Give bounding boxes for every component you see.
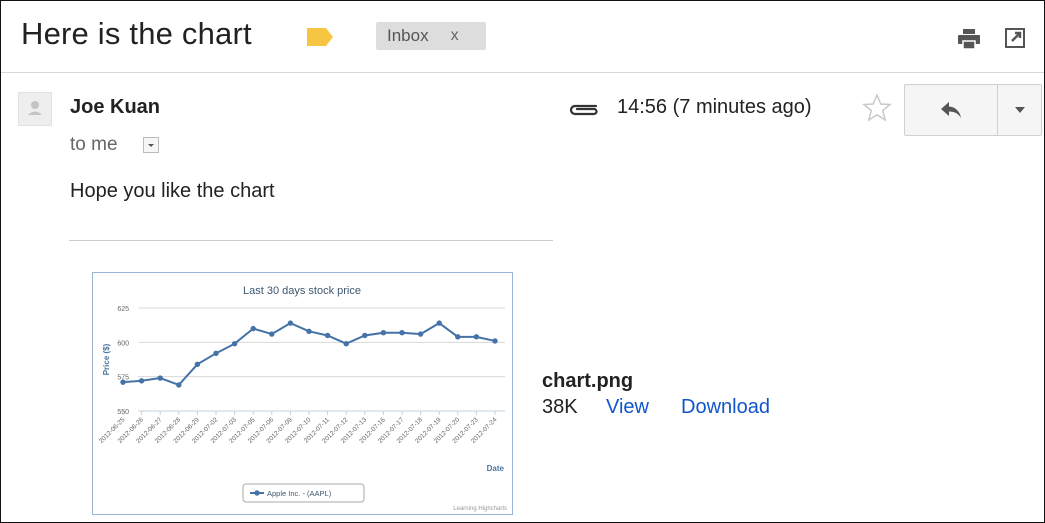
download-attachment-link[interactable]: Download: [681, 396, 770, 419]
attachment-divider: [69, 240, 553, 241]
data-point: [399, 330, 405, 336]
chart-title: Last 30 days stock price: [243, 285, 361, 297]
avatar[interactable]: [18, 92, 52, 126]
x-axis-title: Date: [487, 464, 505, 473]
data-point: [287, 320, 294, 326]
data-point: [176, 382, 182, 388]
data-point: [306, 328, 312, 335]
data-point: [138, 378, 145, 384]
message-body: Hope you like the chart: [70, 180, 275, 202]
data-point: [269, 331, 275, 337]
chart: Last 30 days stock price550575600625Pric…: [98, 285, 507, 512]
data-point: [213, 350, 219, 357]
attachment-filename: chart.png: [542, 370, 634, 392]
reply-button-group: [904, 84, 1042, 136]
data-point: [436, 320, 442, 326]
data-point: [362, 332, 368, 339]
chart-credits: Learning Highcharts: [453, 506, 507, 512]
more-actions-button[interactable]: [998, 85, 1041, 135]
data-point: [417, 331, 424, 337]
new-window-icon[interactable]: [1004, 27, 1026, 49]
label-tag-icon[interactable]: [307, 28, 333, 46]
view-attachment-link[interactable]: View: [606, 396, 649, 419]
data-point: [455, 334, 461, 340]
chevron-down-icon: [1014, 107, 1025, 113]
person-icon: [28, 101, 42, 115]
y-tick-label: 600: [117, 340, 129, 347]
data-point: [157, 375, 163, 381]
reply-icon: [941, 102, 961, 118]
legend-label: Apple Inc. - (AAPL): [267, 489, 332, 498]
reply-button[interactable]: [905, 85, 998, 135]
y-axis-title: Price ($): [102, 343, 111, 375]
y-tick-label: 625: [117, 306, 129, 313]
sender-name[interactable]: Joe Kuan: [70, 96, 160, 119]
data-point: [380, 330, 387, 336]
email-subject: Here is the chart: [21, 16, 252, 51]
legend-marker: [254, 490, 260, 496]
data-point: [120, 379, 126, 385]
inbox-label-chip[interactable]: Inbox x: [376, 22, 486, 50]
recipient-details-dropdown[interactable]: [143, 137, 159, 153]
data-point: [194, 361, 201, 368]
chevron-down-icon: [148, 144, 154, 147]
label-tag-shape: [307, 28, 333, 46]
attachment-thumbnail[interactable]: Last 30 days stock price550575600625Pric…: [92, 272, 513, 515]
recipient-label: to me: [70, 134, 118, 155]
data-point: [492, 338, 498, 344]
data-point: [250, 325, 256, 332]
header-divider: [1, 72, 1044, 73]
print-icon[interactable]: [957, 28, 981, 50]
data-point: [473, 334, 480, 340]
data-point: [324, 332, 331, 339]
message-timestamp: 14:56 (7 minutes ago): [617, 96, 812, 118]
data-point: [231, 341, 238, 347]
star-icon[interactable]: [862, 93, 892, 123]
attachment-size: 38K: [542, 396, 578, 418]
data-point: [343, 341, 349, 347]
remove-label-button[interactable]: x: [451, 27, 459, 45]
inbox-label-text: Inbox: [387, 26, 429, 45]
attachment-icon: [569, 104, 598, 116]
